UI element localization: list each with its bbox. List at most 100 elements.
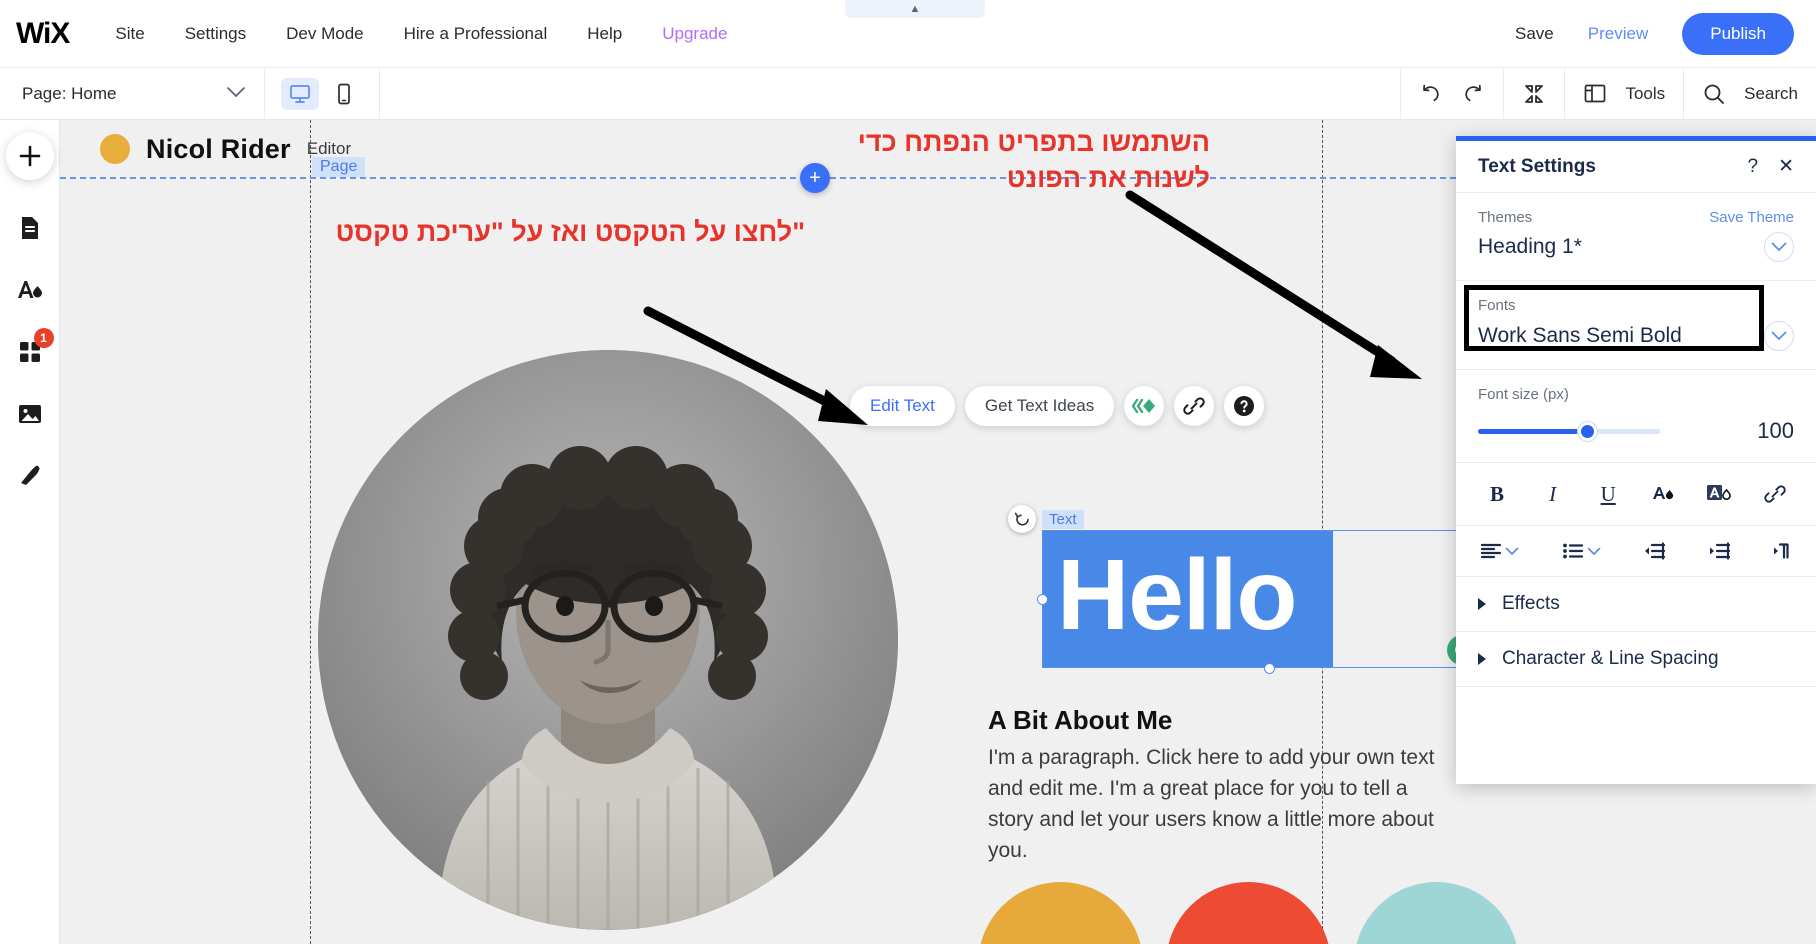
selected-text-element[interactable]: Text Hello [1037, 510, 1495, 674]
save-button[interactable]: Save [1515, 24, 1554, 44]
link-icon [1764, 485, 1786, 503]
effects-accordion[interactable]: Effects [1456, 577, 1816, 632]
get-text-ideas-button[interactable]: Get Text Ideas [964, 386, 1115, 426]
text-context-toolbar: Edit Text Get Text Ideas [850, 386, 1265, 426]
profile-photo[interactable] [318, 350, 898, 930]
font-size-slider-knob[interactable] [1577, 421, 1597, 441]
circle-button-projects[interactable]: Projects [1166, 882, 1331, 944]
font-dropdown-button[interactable] [1764, 321, 1794, 351]
tools-button[interactable]: Tools [1564, 67, 1683, 120]
about-heading[interactable]: A Bit About Me [988, 705, 1172, 736]
fonts-section: Fonts Work Sans Semi Bold [1456, 281, 1816, 370]
highlight-color-button[interactable] [1702, 477, 1736, 511]
sidebar-item-media[interactable] [6, 390, 54, 438]
align-dropdown-button[interactable] [1480, 542, 1519, 560]
preview-button[interactable]: Preview [1588, 24, 1648, 44]
save-theme-link[interactable]: Save Theme [1709, 209, 1794, 226]
panel-help-icon[interactable]: ? [1748, 157, 1759, 176]
media-icon [18, 405, 41, 423]
sidebar-item-theme[interactable] [6, 266, 54, 314]
page-selector[interactable]: Page: Home [0, 67, 265, 120]
indent-button[interactable] [1708, 542, 1730, 560]
pages-icon [21, 217, 38, 239]
redo-button[interactable] [1461, 83, 1485, 105]
theme-dropdown-button[interactable] [1764, 232, 1794, 262]
device-switcher [265, 67, 380, 120]
nav-hire-a-professional[interactable]: Hire a Professional [404, 24, 548, 44]
nav-upgrade[interactable]: Upgrade [662, 24, 727, 44]
font-size-slider[interactable] [1478, 421, 1660, 441]
page-selector-label: Page: Home [22, 83, 117, 103]
zoom-out-button[interactable] [1522, 82, 1546, 106]
chevron-down-icon [1771, 242, 1787, 252]
outdent-button[interactable] [1643, 542, 1665, 560]
publish-button[interactable]: Publish [1682, 12, 1794, 55]
spacing-accordion[interactable]: Character & Line Spacing [1456, 632, 1816, 687]
theme-row[interactable]: Heading 1* [1478, 232, 1794, 262]
animation-icon [1132, 398, 1156, 414]
animation-button[interactable] [1124, 386, 1165, 426]
resize-handle-left[interactable] [1037, 594, 1048, 605]
list-dropdown-button[interactable] [1562, 542, 1601, 560]
resize-handle-bottom[interactable] [1264, 663, 1275, 674]
nav-site[interactable]: Site [115, 24, 144, 44]
sidebar-item-pages[interactable] [6, 204, 54, 252]
mobile-view-button[interactable] [325, 78, 363, 110]
editor-sub-bar: Page: Home Tools Search [0, 67, 1816, 120]
sub-bar-right: Tools Search [1400, 67, 1816, 120]
rotate-handle[interactable] [1008, 505, 1036, 533]
link-format-button[interactable] [1758, 477, 1792, 511]
themes-section: Themes Save Theme Heading 1* [1456, 193, 1816, 281]
search-button[interactable]: Search [1683, 67, 1816, 120]
text-color-icon [1652, 487, 1673, 500]
format-toolbar: B I U [1456, 463, 1816, 526]
zoom-out-icon [1525, 84, 1544, 103]
chevron-down-icon [1587, 547, 1600, 555]
sidebar-item-apps[interactable]: 1 [6, 328, 54, 376]
link-button[interactable] [1174, 386, 1215, 426]
bullet-list-icon [1562, 543, 1583, 559]
site-title: Nicol Rider [146, 133, 291, 164]
search-icon [1702, 82, 1726, 106]
annotation-left: "לחצו על הטקסט ואז על "עריכת טקסט [335, 217, 805, 247]
undo-button[interactable] [1419, 83, 1443, 105]
top-nav: Site Settings Dev Mode Hire a Profession… [115, 24, 727, 44]
desktop-view-button[interactable] [281, 77, 319, 110]
text-color-button[interactable] [1647, 477, 1681, 511]
circle-button-contact[interactable]: Contact [1354, 882, 1519, 944]
blog-icon [20, 465, 40, 485]
site-subtitle: Editor [306, 139, 352, 158]
font-size-row: 100 [1478, 418, 1794, 444]
nav-help[interactable]: Help [587, 24, 622, 44]
page-section-tag: Page [312, 157, 366, 177]
underline-button[interactable]: U [1591, 477, 1625, 511]
site-logo-dot [100, 134, 130, 164]
circle-button-resume[interactable]: Resume [978, 882, 1143, 944]
alignment-toolbar [1456, 526, 1816, 577]
font-size-section: Font size (px) 100 [1456, 370, 1816, 463]
nav-dev-mode[interactable]: Dev Mode [286, 24, 363, 44]
indent-icon [1709, 542, 1730, 560]
fonts-label: Fonts [1478, 297, 1516, 314]
bold-button[interactable]: B [1480, 477, 1514, 511]
toolbar-collapse-tab[interactable]: ▲ [845, 0, 985, 18]
add-element-button[interactable] [5, 132, 54, 180]
italic-button[interactable]: I [1536, 477, 1570, 511]
edit-text-button[interactable]: Edit Text [850, 386, 955, 426]
left-rail: 1 [0, 120, 60, 944]
sidebar-item-blog[interactable] [6, 452, 54, 500]
wix-logo[interactable]: WiX [16, 18, 70, 49]
font-size-value[interactable]: 100 [1757, 418, 1794, 444]
panel-close-icon[interactable]: ✕ [1778, 157, 1794, 176]
top-bar-actions: Save Preview Publish [1515, 12, 1816, 55]
redo-icon [1465, 84, 1482, 101]
help-button[interactable] [1224, 386, 1265, 426]
zoom-out-group [1503, 67, 1564, 120]
font-size-label: Font size (px) [1478, 386, 1569, 403]
effects-label: Effects [1502, 593, 1560, 614]
nav-settings[interactable]: Settings [185, 24, 246, 44]
text-settings-panel: Text Settings ? ✕ Themes Save Theme Head… [1456, 136, 1816, 784]
font-row[interactable]: Work Sans Semi Bold [1478, 321, 1794, 351]
rtl-direction-button[interactable] [1772, 542, 1792, 560]
about-paragraph[interactable]: I'm a paragraph. Click here to add your … [988, 742, 1458, 866]
